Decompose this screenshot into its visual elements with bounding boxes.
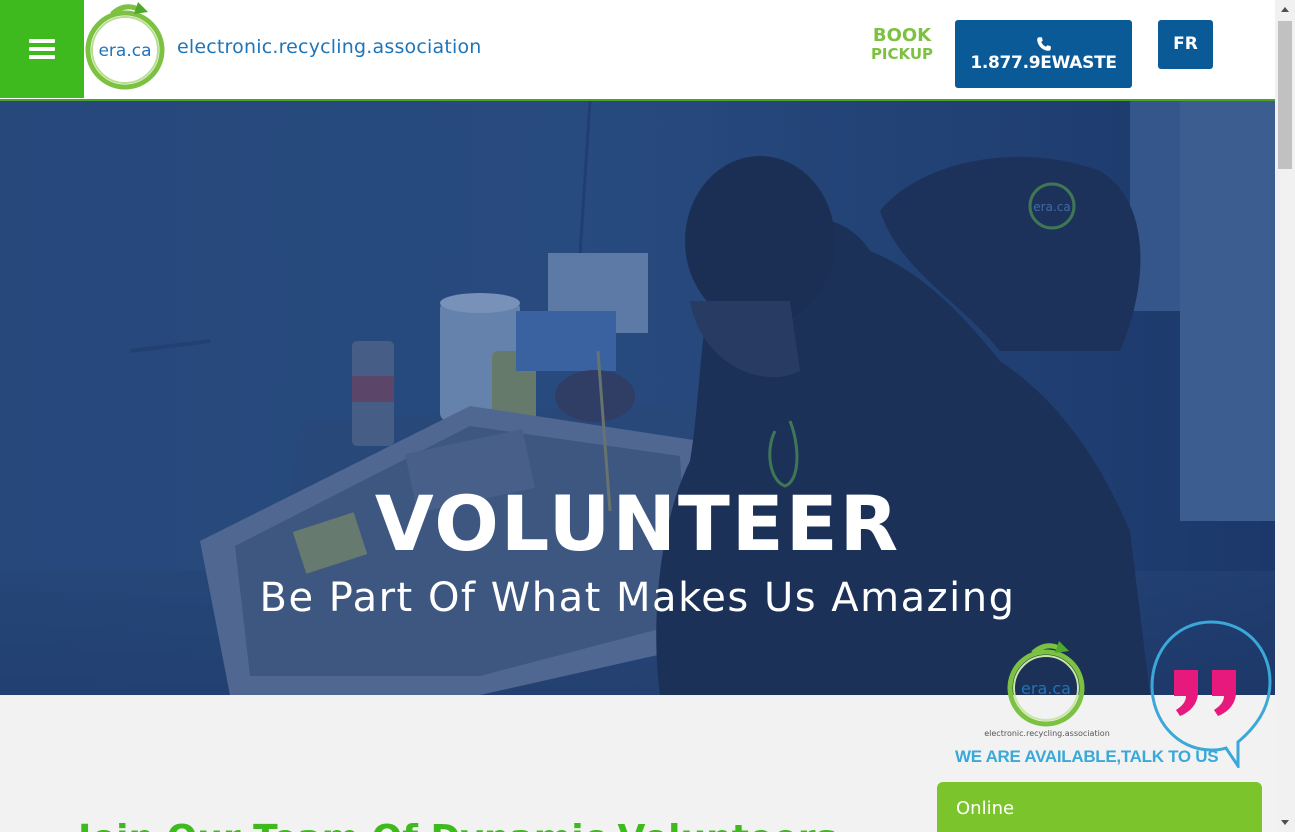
chat-widget[interactable]: era.ca electronic.recycling.association … <box>950 620 1272 770</box>
menu-button[interactable] <box>0 0 84 98</box>
svg-text:era.ca: era.ca <box>98 41 151 61</box>
hamburger-icon <box>29 39 55 59</box>
section-heading: Join Our Team Of Dynamic Volunteers <box>78 818 837 832</box>
phone-icon <box>1036 37 1051 51</box>
scrollbar-thumb[interactable] <box>1278 21 1292 169</box>
book-pickup-link[interactable]: BOOK PICKUP <box>862 27 942 64</box>
language-toggle-button[interactable]: FR <box>1158 20 1213 69</box>
hero-subtitle: Be Part Of What Makes Us Amazing <box>259 575 1016 621</box>
page: era.ca electronic.recycling.association … <box>0 0 1295 832</box>
scroll-down-arrow-icon[interactable] <box>1275 812 1295 832</box>
chat-brand-text: electronic.recycling.association <box>984 729 1110 738</box>
scroll-up-arrow-icon[interactable] <box>1275 0 1295 20</box>
chat-era-logo: era.ca <box>1007 641 1085 727</box>
phone-button[interactable]: 1.877.9EWASTE <box>955 20 1132 88</box>
svg-text:era.ca: era.ca <box>1021 679 1071 698</box>
site-header: era.ca electronic.recycling.association … <box>0 0 1275 101</box>
chat-status: Online <box>956 798 1015 819</box>
brand-name: electronic.recycling.association <box>177 36 482 58</box>
quote-icon <box>1150 620 1272 768</box>
vertical-scrollbar[interactable] <box>1275 0 1295 832</box>
era-logo[interactable]: era.ca <box>82 0 168 94</box>
hero-title: VOLUNTEER <box>374 479 901 568</box>
hero-banner: era.ca VOLUNTEER Be Part Of What Makes U… <box>0 101 1275 695</box>
phone-number: 1.877.9EWASTE <box>970 53 1117 73</box>
chat-online-bar[interactable]: Online <box>937 782 1262 832</box>
